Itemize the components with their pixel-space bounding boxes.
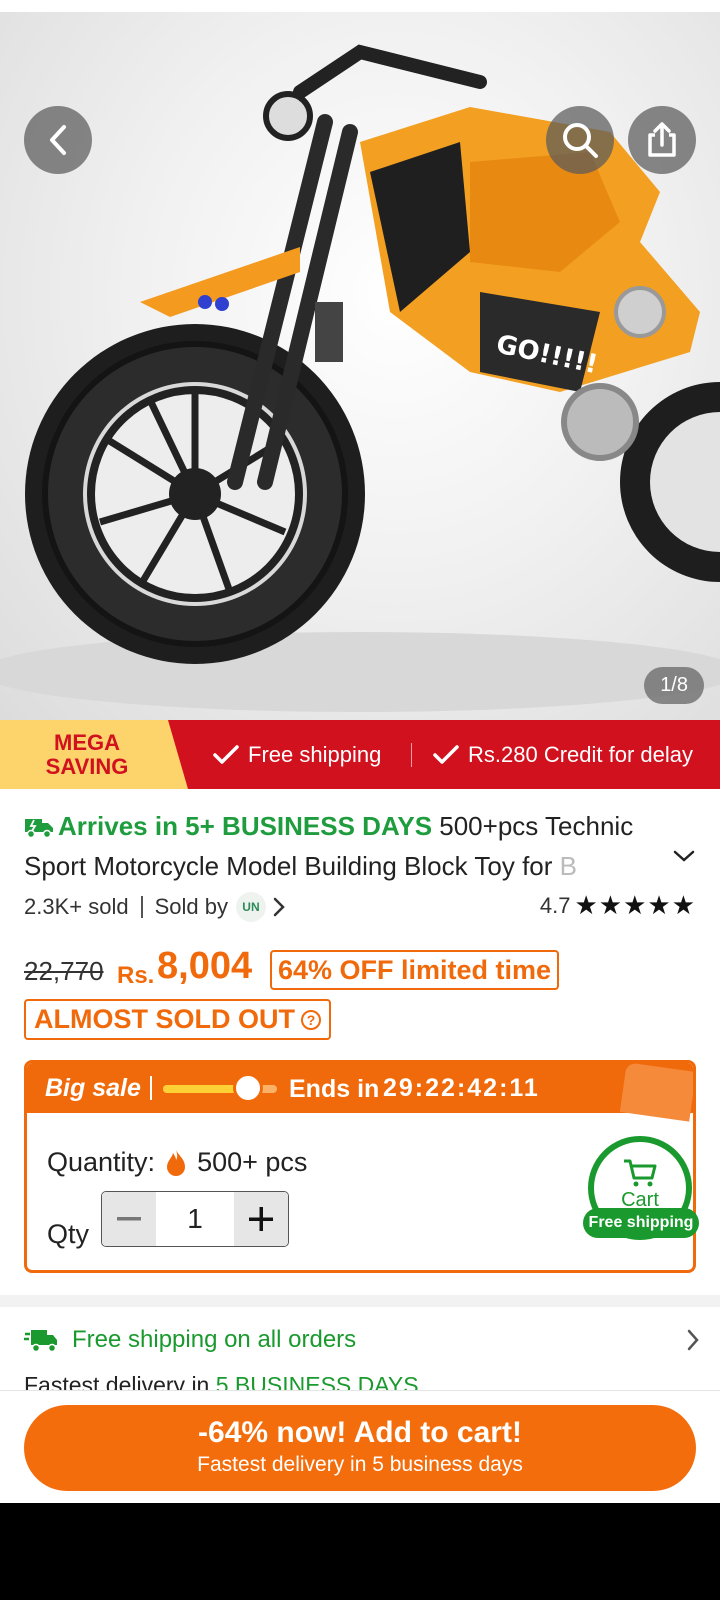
big-sale-header: Big sale Ends in 29:22:42:11 (27, 1063, 693, 1122)
ends-in-label: Ends in (289, 1075, 380, 1103)
delivery-truck-icon (25, 819, 53, 839)
sales-meta: 2.3K+ sold Sold by UN (24, 892, 286, 922)
promo-credit-label: Rs.280 Credit for delay (468, 741, 693, 767)
section-divider (0, 1295, 720, 1307)
decrement-button[interactable] (102, 1192, 156, 1246)
motorcycle-product-image: GO!!!!! (0, 44, 720, 712)
sold-by-label: Sold by (154, 894, 228, 919)
check-icon (433, 744, 459, 764)
quantity-value: 500+ pcs (197, 1147, 308, 1177)
free-shipping-title: Free shipping on all orders (72, 1326, 357, 1353)
expand-title-chevron-icon[interactable] (672, 848, 696, 864)
saving-line: SAVING (45, 754, 129, 779)
original-price: 22,770 (24, 956, 104, 986)
meta-divider (140, 896, 143, 918)
search-button[interactable] (546, 106, 614, 174)
add-to-cart-sublabel: Fastest delivery in 5 business days (197, 1453, 523, 1476)
product-page: GO!!!!! 1/8 MEGA SAVING Free shipping Rs… (0, 0, 720, 1503)
check-icon (213, 744, 239, 764)
cart-free-shipping-pill: Free shipping (583, 1208, 699, 1238)
quantity-input[interactable]: 1 (156, 1192, 234, 1246)
sold-count: 2.3K+ sold (24, 894, 129, 919)
seller-logo[interactable]: UN (235, 892, 266, 922)
increment-button[interactable] (234, 1192, 288, 1246)
rating-stars-icon: ★★★★★ (574, 890, 696, 920)
promo-divider (411, 743, 412, 767)
promo-credit-for-delay: Rs.280 Credit for delay (432, 720, 693, 789)
quantity-label: Quantity: (47, 1147, 156, 1177)
chevron-right-icon[interactable] (272, 896, 286, 918)
back-arrow-icon (50, 125, 66, 155)
mega-line: MEGA (54, 730, 120, 755)
promo-free-shipping: Free shipping (212, 720, 381, 789)
big-sale-label: Big sale (45, 1074, 141, 1102)
sale-divider (150, 1076, 152, 1100)
discount-tag: 64% OFF limited time (270, 950, 560, 990)
add-to-cart-label: -64% now! Add to cart! (198, 1416, 522, 1449)
promo-bar: MEGA SAVING Free shipping Rs.280 Credit … (0, 720, 720, 789)
help-icon[interactable]: ? (300, 1009, 321, 1030)
flame-icon (167, 1149, 186, 1176)
chevron-right-icon (687, 1329, 699, 1351)
add-to-cart-button[interactable]: -64% now! Add to cart! Fastest delivery … (24, 1405, 696, 1491)
promo-free-shipping-label: Free shipping (248, 741, 382, 767)
rating-value: 4.7 (539, 892, 571, 918)
sale-decoration (619, 1063, 693, 1122)
minus-icon (117, 1217, 141, 1221)
clock-icon (233, 1073, 263, 1103)
quantity-info: Quantity: 500+ pcs (47, 1147, 307, 1178)
search-icon (563, 123, 598, 158)
product-title[interactable]: Arrives in 5+ BUSINESS DAYS 500+pcs Tech… (24, 806, 664, 886)
rating[interactable]: 4.7 ★★★★★ (540, 890, 696, 921)
free-shipping-row[interactable]: Free shipping on all orders (24, 1320, 700, 1360)
product-image-gallery[interactable]: GO!!!!! 1/8 (0, 12, 720, 720)
back-button[interactable] (24, 106, 92, 174)
price-currency: Rs. (117, 962, 155, 989)
delivery-truck-icon (24, 1330, 57, 1353)
product-title-fade: B (559, 851, 577, 881)
almost-sold-out-tag[interactable]: ALMOST SOLD OUT ? (24, 999, 331, 1040)
cart-icon (624, 1159, 657, 1187)
countdown-timer: 29:22:42:11 (383, 1074, 540, 1102)
bottom-action-bar: -64% now! Add to cart! Fastest delivery … (0, 1390, 720, 1503)
qty-label: Qty (47, 1219, 90, 1249)
arrival-info: Arrives in 5+ BUSINESS DAYS (24, 811, 432, 841)
cart-button[interactable]: Cart Free shipping (583, 1136, 699, 1246)
share-icon (648, 122, 676, 157)
share-button[interactable] (628, 106, 696, 174)
arrival-text: Arrives in 5+ BUSINESS DAYS (58, 811, 433, 841)
image-counter: 1/8 (644, 667, 704, 704)
mega-saving-text: MEGA SAVING (22, 731, 152, 779)
plus-icon (249, 1207, 273, 1231)
current-price: 8,004 (157, 945, 253, 987)
almost-sold-out-label: ALMOST SOLD OUT (34, 1004, 295, 1034)
quantity-stepper: 1 (101, 1191, 289, 1247)
